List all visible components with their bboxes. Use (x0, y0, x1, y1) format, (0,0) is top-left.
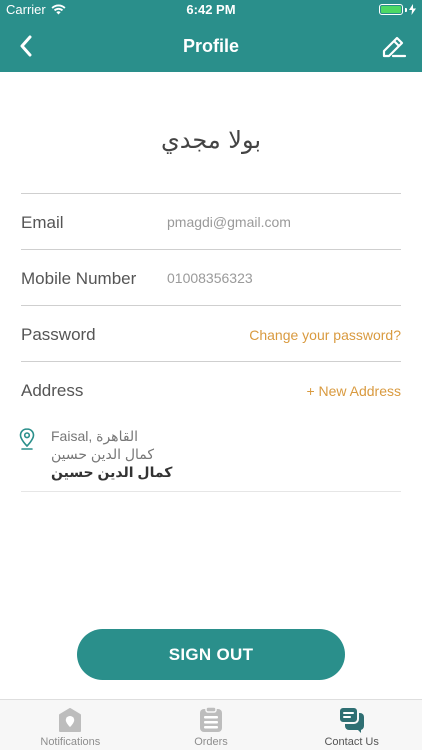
password-row: Password Change your password? (21, 306, 401, 362)
battery-level (381, 6, 401, 13)
address-line-2: كمال الدين حسين (51, 446, 155, 462)
address-line-1: Faisal, القاهرة (51, 428, 139, 444)
password-label: Password (21, 325, 96, 344)
page-title: Profile (182, 36, 239, 56)
address-item[interactable]: Faisal, القاهرة كمال الدين حسين كمال الد… (19, 422, 401, 492)
mobile-label: Mobile Number (21, 269, 137, 288)
map-pin-icon (19, 428, 35, 450)
charging-bolt-icon (409, 4, 416, 15)
pencil-icon (382, 36, 407, 58)
orders-list-icon (196, 705, 226, 735)
mobile-row: Mobile Number 01008356323 (21, 250, 401, 306)
tab-label: Notifications (40, 736, 101, 748)
new-address-link[interactable]: + New Address (306, 383, 401, 399)
tab-notifications[interactable]: Notifications (0, 700, 141, 750)
notification-badge-icon (55, 705, 85, 735)
tab-label: Orders (194, 736, 228, 748)
address-label: Address (21, 381, 84, 400)
tab-contact-us[interactable]: Contact Us (281, 700, 422, 750)
change-password-link[interactable]: Change your password? (249, 327, 401, 343)
mobile-value: 01008356323 (167, 270, 253, 286)
tab-bar: Notifications Orders Contact Us (0, 699, 422, 750)
edit-profile-button[interactable] (380, 32, 408, 60)
sign-out-button[interactable]: SIGN OUT (77, 629, 345, 680)
address-row: Address + New Address (21, 362, 401, 418)
battery-icon (379, 4, 403, 15)
tab-orders[interactable]: Orders (141, 700, 282, 750)
battery-tip (405, 7, 407, 12)
email-label: Email (21, 213, 64, 232)
chat-bubbles-icon (337, 705, 367, 735)
status-bar: Carrier 6:42 PM (0, 0, 422, 20)
email-row: Email pmagdi@gmail.com (21, 194, 401, 250)
profile-name: بولا مجدي (160, 126, 262, 154)
nav-bar: Profile (0, 20, 422, 72)
address-line-3: كمال الدين حسين (51, 464, 173, 480)
tab-label: Contact Us (324, 736, 379, 748)
status-right (379, 4, 416, 15)
status-time: 6:42 PM (186, 2, 236, 17)
email-value: pmagdi@gmail.com (167, 214, 291, 230)
